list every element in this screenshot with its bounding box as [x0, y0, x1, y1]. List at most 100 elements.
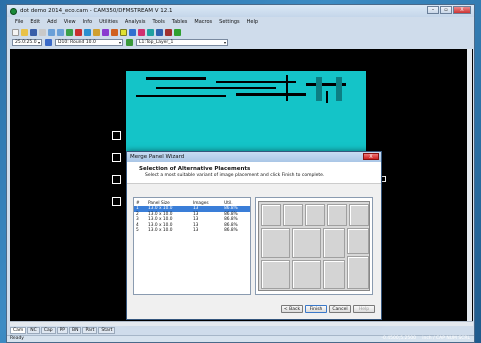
- image-cell: [292, 260, 321, 289]
- layers-icon[interactable]: [111, 28, 118, 36]
- image-cell: [292, 228, 321, 258]
- image-cell: [327, 204, 347, 226]
- panel-marker: [112, 175, 121, 184]
- aperture-dropdown[interactable]: D10: Round 10.0 ▾: [55, 39, 123, 46]
- image-cell: [323, 260, 345, 289]
- snap-icon[interactable]: [147, 28, 154, 36]
- tab-start[interactable]: Start: [98, 327, 116, 334]
- image-cell: [349, 204, 369, 226]
- pan-icon[interactable]: [93, 28, 100, 36]
- units-indicator: inch / CAP NUM SCRL: [422, 336, 470, 341]
- move-icon[interactable]: [156, 28, 163, 36]
- menu-tools[interactable]: Tools: [153, 19, 165, 25]
- merge-panel-wizard-dialog: Merge Panel Wizard X Selection of Altern…: [126, 151, 382, 320]
- tab-cap[interactable]: Cap: [40, 327, 56, 334]
- dialog-header: Selection of Alternative Placements Sele…: [127, 162, 381, 184]
- menu-utilities[interactable]: Utilities: [99, 19, 118, 25]
- save-icon[interactable]: [30, 28, 37, 36]
- measure-icon[interactable]: [138, 28, 145, 36]
- title-bar: dot demo 2014_eco.cam - CAM350/DFMSTREAM…: [7, 5, 474, 17]
- image-cell: [347, 228, 369, 254]
- undo-icon[interactable]: [48, 28, 55, 36]
- status-text: Ready: [10, 336, 24, 341]
- dialog-buttons: < Back Finish Cancel Help: [281, 305, 375, 313]
- redo-icon[interactable]: [57, 28, 64, 36]
- menu-analysis[interactable]: Analysis: [125, 19, 146, 25]
- panel-layout-grid: [258, 201, 370, 291]
- horizontal-scrollbar[interactable]: [10, 321, 473, 326]
- table-row[interactable]: 3 13.0 x 10.0 13 86.8%: [134, 217, 250, 223]
- menu-settings[interactable]: Settings: [219, 19, 240, 25]
- layer-dropdown[interactable]: L1:Top_Layer_1 ▾: [136, 39, 228, 46]
- dialog-close-button[interactable]: X: [363, 153, 379, 160]
- help-button[interactable]: Help: [353, 305, 375, 313]
- dialog-title: Merge Panel Wizard: [130, 154, 185, 160]
- highlight-icon[interactable]: [120, 28, 127, 36]
- back-button[interactable]: < Back: [281, 305, 303, 313]
- size-dropdown[interactable]: 25.0:25.0 ▾: [12, 39, 42, 46]
- vertical-scrollbar[interactable]: [467, 49, 472, 321]
- cancel-button[interactable]: Cancel: [329, 305, 351, 313]
- tab-pp[interactable]: PP: [56, 327, 69, 334]
- table-row[interactable]: 1 13.0 x 10.0 13 86.8%: [134, 206, 250, 212]
- window-title: dot demo 2014_eco.cam - CAM350/DFMSTREAM…: [20, 8, 173, 14]
- app-icon: [10, 7, 17, 15]
- cad-canvas[interactable]: Merge Panel Wizard X Selection of Altern…: [10, 49, 473, 321]
- size-value: 25.0:25.0: [15, 40, 37, 45]
- dialog-subheading: Select a most suitable variant of image …: [145, 173, 325, 178]
- menu-macros[interactable]: Macros: [194, 19, 212, 25]
- bottom-tabs: Cam NC Cap PP BN Part Start: [10, 327, 116, 334]
- image-cell: [323, 228, 345, 258]
- placement-list[interactable]: # Panel Size Images Util. 1 13.0 x 10.0 13…: [133, 197, 251, 295]
- menu-tables[interactable]: Tables: [172, 19, 188, 25]
- layer-color-icon[interactable]: [126, 39, 133, 46]
- print-icon[interactable]: [39, 28, 46, 36]
- finish-button[interactable]: Finish: [305, 305, 327, 313]
- image-cell: [305, 204, 325, 226]
- zoom-in-icon[interactable]: [66, 28, 73, 36]
- chevron-down-icon: ▾: [223, 40, 226, 45]
- placement-preview: [255, 197, 373, 295]
- image-cell: [347, 256, 369, 289]
- redraw-icon[interactable]: [102, 28, 109, 36]
- tab-cam[interactable]: Cam: [10, 327, 27, 334]
- close-button[interactable]: X: [453, 6, 471, 14]
- chevron-down-icon: ▾: [37, 40, 40, 45]
- delete-icon[interactable]: [165, 28, 172, 36]
- layer-value: L1:Top_Layer_1: [139, 40, 174, 45]
- menu-add[interactable]: Add: [47, 19, 57, 25]
- menu-file[interactable]: File: [15, 19, 23, 25]
- minimize-button[interactable]: –: [427, 6, 439, 14]
- main-toolbar: [9, 27, 309, 37]
- image-cell: [261, 228, 290, 258]
- menu-info[interactable]: Info: [83, 19, 92, 25]
- chevron-down-icon: ▾: [118, 40, 121, 45]
- image-cell: [283, 204, 303, 226]
- table-row[interactable]: 5 13.0 x 10.0 13 86.8%: [134, 228, 250, 234]
- status-bar: Ready -0.4500;5.2500 inch / CAP NUM SCRL: [7, 335, 474, 342]
- app-window: dot demo 2014_eco.cam - CAM350/DFMSTREAM…: [6, 4, 475, 343]
- tab-part[interactable]: Part: [82, 327, 98, 334]
- dialog-title-bar: Merge Panel Wizard X: [127, 152, 381, 162]
- image-cell: [261, 260, 290, 289]
- menu-edit[interactable]: Edit: [30, 19, 40, 25]
- panel-marker: [112, 197, 121, 206]
- menu-view[interactable]: View: [64, 19, 76, 25]
- maximize-button[interactable]: ▫: [440, 6, 452, 14]
- dialog-heading: Selection of Alternative Placements: [139, 166, 251, 172]
- zoom-window-icon[interactable]: [84, 28, 91, 36]
- panel-marker: [112, 153, 121, 162]
- zoom-out-icon[interactable]: [75, 28, 82, 36]
- settings-toolbar: 25.0:25.0 ▾ D10: Round 10.0 ▾ L1:Top_Layer…: [9, 38, 309, 47]
- tab-bn[interactable]: BN: [69, 327, 82, 334]
- grid-icon[interactable]: [129, 28, 136, 36]
- tab-nc[interactable]: NC: [27, 327, 40, 334]
- image-cell: [261, 204, 281, 226]
- menu-help[interactable]: Help: [247, 19, 258, 25]
- aperture-icon[interactable]: [45, 39, 52, 46]
- menu-bar: File Edit Add View Info Utilities Analys…: [7, 18, 474, 26]
- panel-marker: [112, 131, 121, 140]
- open-folder-icon[interactable]: [21, 28, 28, 36]
- copy-icon[interactable]: [174, 28, 181, 36]
- new-file-icon[interactable]: [12, 28, 19, 36]
